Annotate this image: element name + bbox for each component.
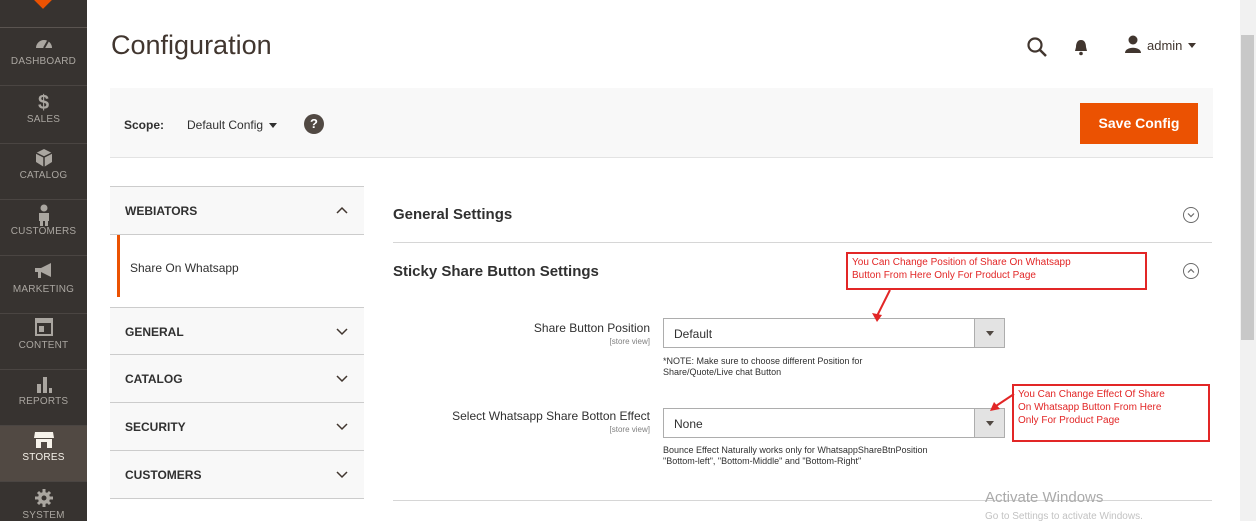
windows-watermark-sub: Go to Settings to activate Windows. bbox=[985, 511, 1143, 521]
tab-group-customers[interactable]: CUSTOMERS bbox=[110, 451, 364, 499]
annotation-arrow bbox=[872, 289, 891, 322]
box-icon bbox=[0, 144, 87, 170]
scope-label: Scope: bbox=[124, 118, 165, 132]
share-button-position-label: Share Button Position bbox=[533, 321, 650, 335]
chevron-down-icon bbox=[336, 328, 348, 336]
nav-stores[interactable]: STORES bbox=[0, 426, 87, 482]
effect-note: Bounce Effect Naturally works only for W… bbox=[663, 445, 928, 466]
dollar-icon: $ bbox=[37, 92, 50, 114]
section-sticky-share-button-settings[interactable]: Sticky Share Button Settings bbox=[393, 263, 599, 280]
nav-system[interactable]: SYSTEM bbox=[0, 484, 87, 521]
admin-sidebar: DASHBOARD $ SALES CATALOG CUSTOMERS MARK… bbox=[0, 0, 87, 521]
tab-item-share-on-whatsapp[interactable]: Share On Whatsapp bbox=[117, 235, 364, 297]
chevron-down-icon bbox=[336, 375, 348, 383]
nav-customers[interactable]: CUSTOMERS bbox=[0, 200, 87, 256]
annotation-arrow bbox=[990, 393, 1015, 411]
bar-chart-icon bbox=[0, 370, 87, 396]
section-divider bbox=[393, 242, 1212, 243]
dashboard-icon bbox=[0, 30, 87, 56]
scope-switcher[interactable]: Default Config bbox=[187, 118, 263, 132]
share-button-position-select[interactable]: Default bbox=[663, 318, 1005, 348]
bell-icon[interactable] bbox=[1072, 37, 1090, 57]
position-note: *NOTE: Make sure to choose different Pos… bbox=[663, 356, 863, 377]
annotation-effect: You Can Change Effect Of Share On Whatsa… bbox=[1012, 384, 1210, 442]
save-config-button[interactable]: Save Config bbox=[1080, 103, 1198, 144]
select-arrow-icon[interactable] bbox=[974, 319, 1004, 347]
user-menu[interactable]: admin bbox=[1125, 34, 1197, 56]
nav-catalog[interactable]: CATALOG bbox=[0, 144, 87, 200]
scope-bar: Scope: Default Config ? Save Config bbox=[110, 88, 1213, 158]
share-effect-select[interactable]: None bbox=[663, 408, 1005, 438]
nav-sales[interactable]: $ SALES bbox=[0, 88, 87, 144]
store-view-scope: [store view] bbox=[609, 425, 650, 434]
nav-marketing[interactable]: MARKETING bbox=[0, 258, 87, 314]
nav-reports[interactable]: REPORTS bbox=[0, 370, 87, 426]
expand-section-icon[interactable] bbox=[1183, 207, 1199, 223]
nav-content[interactable]: CONTENT bbox=[0, 314, 87, 370]
chevron-down-icon bbox=[1188, 42, 1197, 48]
store-icon bbox=[0, 426, 87, 452]
user-icon bbox=[1125, 35, 1141, 56]
magento-logo[interactable] bbox=[0, 0, 87, 28]
tab-group-security[interactable]: SECURITY bbox=[110, 403, 364, 451]
help-icon[interactable]: ? bbox=[304, 114, 324, 134]
page-title: Configuration bbox=[111, 30, 272, 60]
user-name: admin bbox=[1147, 37, 1183, 53]
section-general-settings[interactable]: General Settings bbox=[393, 206, 512, 223]
nav-dashboard[interactable]: DASHBOARD bbox=[0, 30, 87, 86]
layout-icon bbox=[0, 314, 87, 340]
collapse-section-icon[interactable] bbox=[1183, 263, 1199, 279]
person-icon bbox=[0, 200, 87, 226]
tab-group-catalog[interactable]: CATALOG bbox=[110, 355, 364, 403]
tab-group-general[interactable]: GENERAL bbox=[110, 307, 364, 355]
megaphone-icon bbox=[0, 258, 87, 284]
windows-watermark: Activate Windows bbox=[985, 489, 1104, 506]
chevron-down-icon bbox=[336, 423, 348, 431]
chevron-down-icon bbox=[336, 471, 348, 479]
scrollbar-thumb[interactable] bbox=[1241, 35, 1254, 340]
chevron-down-icon[interactable] bbox=[269, 123, 277, 128]
config-tabs: WEBIATORS Share On Whatsapp GENERAL CATA… bbox=[110, 186, 364, 499]
store-view-scope: [store view] bbox=[609, 337, 650, 346]
search-icon[interactable] bbox=[1026, 36, 1048, 58]
share-effect-label: Select Whatsapp Share Botton Effect bbox=[452, 409, 650, 423]
chevron-up-icon bbox=[336, 206, 348, 214]
tab-group-webiators[interactable]: WEBIATORS bbox=[110, 186, 364, 235]
annotation-position: You Can Change Position of Share On What… bbox=[846, 252, 1147, 290]
gear-icon bbox=[0, 484, 87, 510]
